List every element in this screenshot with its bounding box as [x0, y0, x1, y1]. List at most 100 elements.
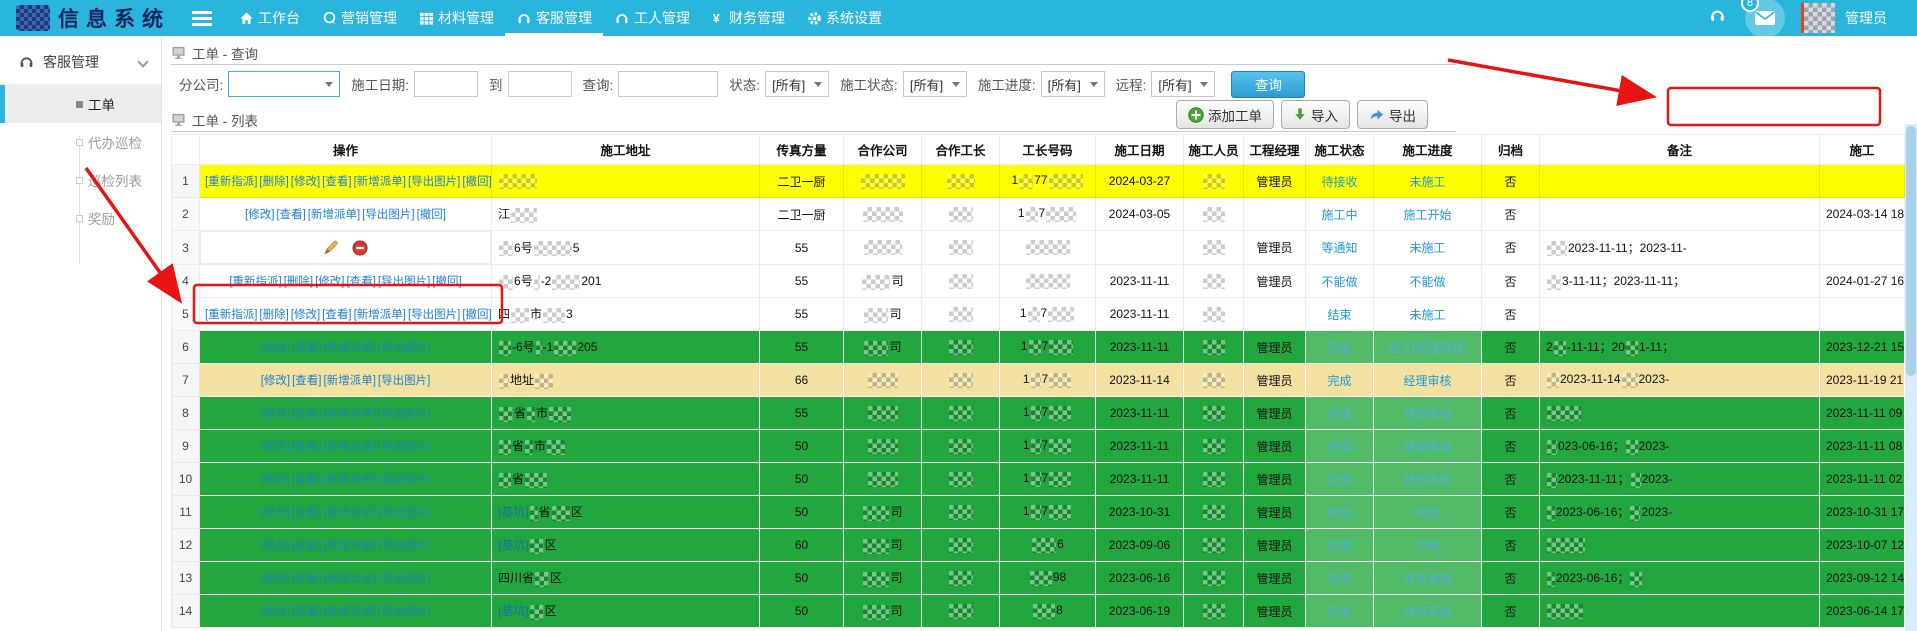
op-link[interactable]: [撤回]: [432, 276, 461, 288]
vertical-scrollbar[interactable]: [1905, 124, 1917, 631]
cell-link[interactable]: [基坑]: [498, 604, 529, 618]
cell-construction-progress[interactable]: 不能做: [1373, 264, 1482, 298]
support-headset-icon[interactable]: [1708, 7, 1727, 29]
user-avatar[interactable]: [1801, 3, 1835, 33]
cell-construction-status[interactable]: 结束: [1305, 297, 1374, 331]
op-link[interactable]: [导出图片]: [378, 441, 430, 453]
cell-link[interactable]: [基坑]: [498, 505, 529, 519]
progress-select[interactable]: [所有]: [1040, 71, 1105, 97]
action-button-1[interactable]: 添加工单: [1176, 100, 1274, 129]
op-link[interactable]: [导出图片]: [378, 342, 430, 354]
op-link[interactable]: [导出图片]: [378, 507, 430, 519]
nav-item-7[interactable]: 系统设置: [796, 0, 893, 36]
cell-construction-progress[interactable]: 财务审核: [1373, 594, 1482, 628]
op-link[interactable]: [查看]: [292, 507, 321, 519]
op-link[interactable]: [查看]: [292, 606, 321, 618]
op-link[interactable]: [新增派单]: [324, 375, 376, 387]
op-link[interactable]: [导出图片]: [378, 606, 430, 618]
op-link[interactable]: [新增派单]: [354, 176, 406, 188]
op-link[interactable]: [修改]: [291, 309, 320, 321]
op-link[interactable]: [删除]: [284, 276, 313, 288]
op-link[interactable]: [导出图片]: [378, 375, 430, 387]
sidebar-item-3[interactable]: 巡检列表: [0, 161, 161, 199]
cell-construction-status[interactable]: 完成: [1305, 561, 1374, 595]
op-link[interactable]: [导出图片]: [378, 573, 430, 585]
op-link[interactable]: [查看]: [322, 309, 351, 321]
op-link[interactable]: [导出图片]: [408, 176, 460, 188]
op-link[interactable]: [新增派单]: [324, 474, 376, 486]
op-link[interactable]: [查看]: [292, 375, 321, 387]
action-button-3[interactable]: 导出: [1357, 100, 1428, 129]
op-link[interactable]: [修改]: [245, 209, 274, 221]
op-link[interactable]: [修改]: [261, 606, 290, 618]
op-link[interactable]: [重新指派]: [205, 309, 257, 321]
nav-item-5[interactable]: 工人管理: [603, 0, 701, 36]
op-link[interactable]: [查看]: [292, 474, 321, 486]
date-to-input[interactable]: [507, 71, 572, 97]
sidebar-item-4[interactable]: 奖励: [0, 199, 161, 237]
op-link[interactable]: [修改]: [261, 342, 290, 354]
op-link[interactable]: [查看]: [292, 342, 321, 354]
op-link[interactable]: [修改]: [261, 474, 290, 486]
sidebar-item-1[interactable]: 工单: [0, 85, 161, 123]
sidebar-module-header[interactable]: 客服管理: [0, 36, 161, 85]
op-link[interactable]: [重新指派]: [229, 276, 281, 288]
op-link[interactable]: [查看]: [292, 573, 321, 585]
op-link[interactable]: [新增派单]: [354, 309, 406, 321]
op-link[interactable]: [查看]: [276, 209, 305, 221]
op-link[interactable]: [修改]: [261, 507, 290, 519]
status-select[interactable]: [所有]: [765, 71, 830, 97]
op-link[interactable]: [查看]: [292, 441, 321, 453]
op-link[interactable]: [新增派单]: [324, 441, 376, 453]
cell-construction-status[interactable]: 完成: [1305, 594, 1374, 628]
op-link[interactable]: [撤回]: [417, 209, 446, 221]
keyword-input[interactable]: [618, 71, 719, 97]
cell-construction-progress[interactable]: 经理审核: [1373, 429, 1482, 463]
cell-construction-progress[interactable]: 返工[经理审核]: [1373, 330, 1482, 364]
action-button-2[interactable]: 导入: [1281, 100, 1350, 129]
op-link[interactable]: [修改]: [315, 276, 344, 288]
delete-minus-icon[interactable]: [352, 240, 368, 256]
op-link[interactable]: [新增派单]: [324, 342, 376, 354]
cell-construction-status[interactable]: 完成: [1305, 396, 1374, 430]
cell-construction-status[interactable]: 完成: [1305, 495, 1374, 529]
cell-construction-status[interactable]: 不能做: [1305, 264, 1374, 298]
cell-construction-progress[interactable]: 完成: [1373, 495, 1482, 529]
date-from-input[interactable]: [414, 71, 479, 97]
edit-pencil-icon[interactable]: [323, 239, 340, 256]
op-link[interactable]: [重新指派]: [205, 176, 257, 188]
op-link[interactable]: [新增派单]: [324, 408, 376, 420]
op-link[interactable]: [查看]: [322, 176, 351, 188]
cell-construction-status[interactable]: 施工中: [1305, 197, 1374, 231]
cell-construction-progress[interactable]: 完成: [1373, 528, 1482, 562]
op-link[interactable]: [导出图片]: [378, 276, 430, 288]
cell-construction-status[interactable]: 完成: [1305, 462, 1374, 496]
op-link[interactable]: [新增派单]: [324, 573, 376, 585]
nav-item-1[interactable]: 工作台: [228, 0, 311, 36]
op-link[interactable]: [导出图片]: [378, 408, 430, 420]
search-button[interactable]: 查询: [1231, 70, 1306, 98]
cell-construction-progress[interactable]: 经理审核: [1373, 396, 1482, 430]
cell-construction-progress[interactable]: 经理审核: [1373, 363, 1482, 397]
op-link[interactable]: [修改]: [291, 176, 320, 188]
op-link[interactable]: [修改]: [261, 540, 290, 552]
cell-construction-progress[interactable]: 未施工: [1373, 164, 1482, 198]
op-link[interactable]: [删除]: [259, 176, 288, 188]
nav-item-4[interactable]: 客服管理: [505, 0, 603, 36]
cons-status-select[interactable]: [所有]: [902, 71, 967, 97]
cell-link[interactable]: [基坑]: [498, 538, 529, 552]
cell-construction-status[interactable]: 完成: [1305, 363, 1374, 397]
nav-item-3[interactable]: 材料管理: [408, 0, 505, 36]
op-link[interactable]: [撤回]: [462, 176, 490, 188]
cell-construction-status[interactable]: 完成: [1305, 528, 1374, 562]
op-link[interactable]: [导出图片]: [408, 309, 460, 321]
cell-construction-progress[interactable]: 未施工: [1373, 297, 1482, 331]
op-link[interactable]: [新增派单]: [324, 540, 376, 552]
cell-construction-status[interactable]: 完成: [1305, 429, 1374, 463]
op-link[interactable]: [撤回]: [462, 309, 490, 321]
cell-construction-progress[interactable]: 绩效审核: [1373, 462, 1482, 496]
cell-construction-progress[interactable]: 未施工: [1373, 230, 1482, 265]
cell-construction-progress[interactable]: 财务审核: [1373, 561, 1482, 595]
cell-construction-status[interactable]: 待接收: [1305, 164, 1374, 198]
cell-construction-status[interactable]: 等通知: [1305, 230, 1374, 265]
